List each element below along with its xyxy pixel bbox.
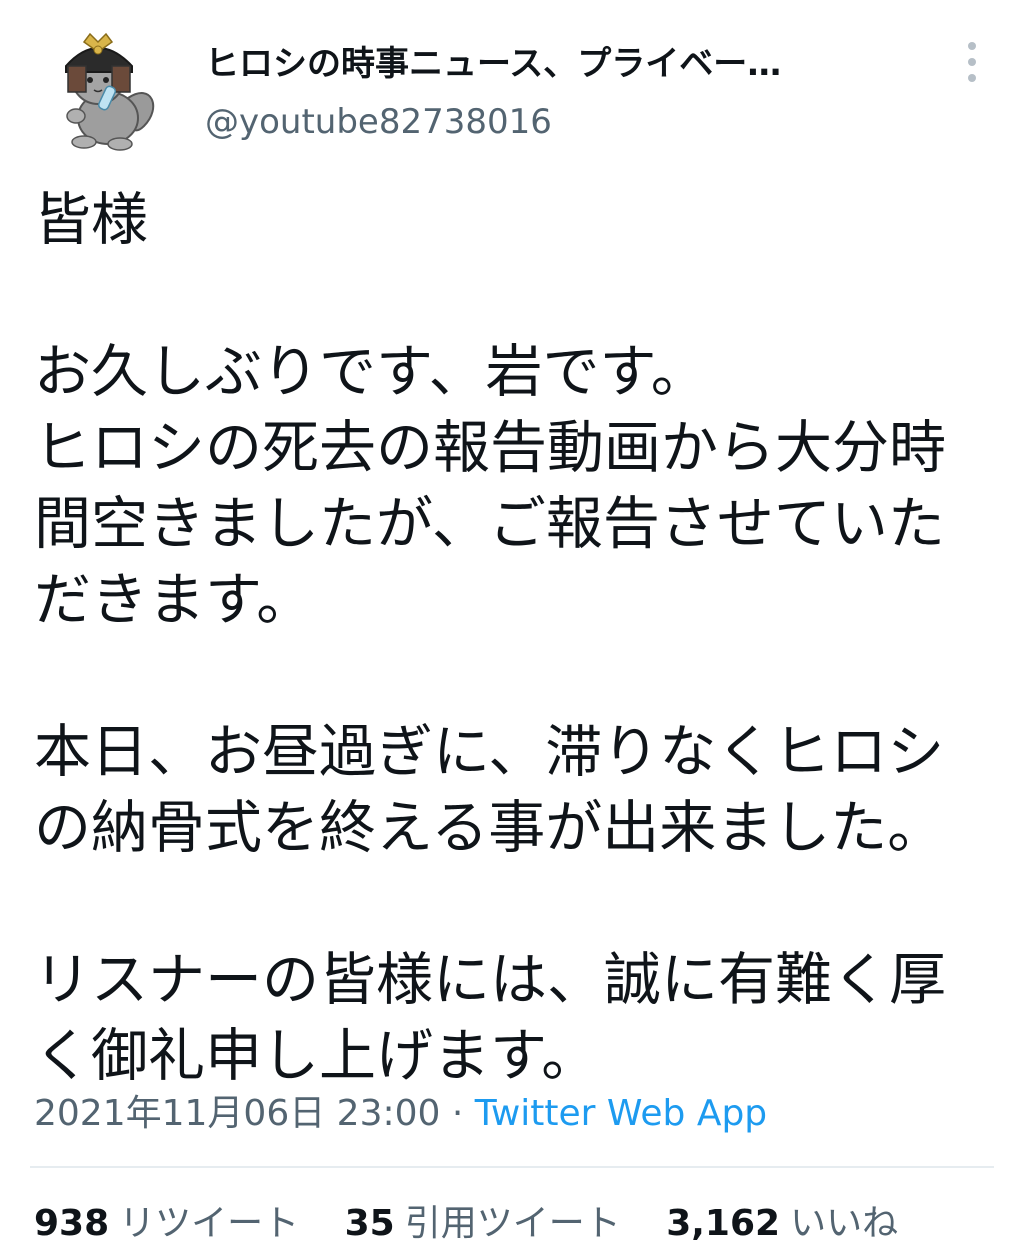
tweet-stats: 938 リツイート 35 引用ツイート 3,162 いいね (34, 1198, 932, 1250)
tweet-text: 皆様 お久しぶりです、岩です。 ヒロシの死去の報告動画から大分時 間空きましたが… (34, 182, 994, 1094)
more-options-button[interactable] (956, 42, 988, 82)
quotes-count: 35 (344, 1203, 395, 1244)
tweet-line: 間空きましたが、ご報告させていた (34, 491, 945, 557)
author-display-name[interactable]: ヒロシの時事ニュース、プライベー… (205, 38, 865, 90)
retweets-label: リツイート (119, 1203, 300, 1244)
tweet-line: だきます。 (34, 567, 314, 633)
more-vertical-icon-dot (968, 58, 976, 66)
tweet-line: の納骨式を終える事が出来ました。 (34, 795, 945, 861)
retweets-stat[interactable]: 938 リツイート (34, 1198, 299, 1250)
quotes-label: 引用ツイート (404, 1203, 621, 1244)
more-vertical-icon (968, 42, 976, 50)
tweet-meta: 2021年11月06日 23:00 · Twitter Web App (34, 1088, 767, 1140)
tweet-line: ヒロシの死去の報告動画から大分時 (34, 415, 946, 481)
quotes-stat[interactable]: 35 引用ツイート (345, 1198, 621, 1250)
likes-label: いいね (790, 1203, 899, 1244)
tweet-line: 皆様 (34, 187, 148, 253)
tweet: ヒロシの時事ニュース、プライベー… @youtube82738016 皆様 お久… (0, 0, 1024, 1250)
likes-count: 3,162 (666, 1203, 781, 1244)
tweet-line: お久しぶりです、岩です。 (34, 339, 708, 405)
tweet-timestamp[interactable]: 2021年11月06日 23:00 (34, 1093, 440, 1134)
retweets-count: 938 (34, 1203, 110, 1244)
more-vertical-icon-dot (968, 74, 976, 82)
divider (30, 1166, 994, 1168)
tweet-source-link[interactable]: Twitter Web App (475, 1093, 767, 1134)
likes-stat[interactable]: 3,162 いいね (666, 1198, 898, 1250)
tweet-line: く御礼申し上げます。 (34, 1023, 599, 1089)
meta-separator: · (451, 1093, 464, 1134)
avatar[interactable] (40, 20, 170, 160)
samurai-cat-avatar-icon (65, 32, 155, 151)
author-handle[interactable]: @youtube82738016 (205, 96, 945, 148)
tweet-line: リスナーの皆様には、誠に有難く厚 (34, 947, 946, 1013)
author-block: ヒロシの時事ニュース、プライベー… @youtube82738016 (205, 38, 945, 148)
tweet-line: 本日、お昼過ぎに、滞りなくヒロシ (34, 719, 945, 785)
